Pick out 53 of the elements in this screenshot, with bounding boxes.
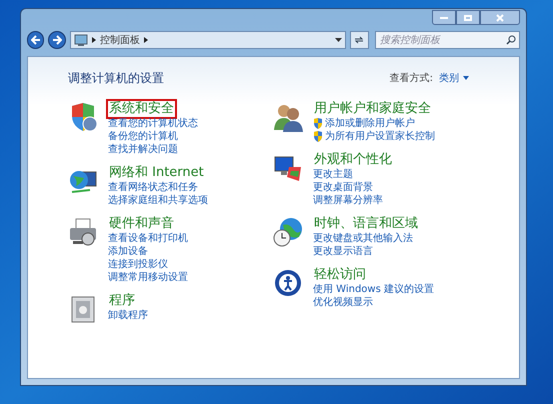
category-link[interactable]: 硬件和声音 — [108, 216, 175, 232]
task-link[interactable]: 查看网络状态和任务 — [108, 181, 198, 194]
dropdown-caret-icon[interactable] — [334, 38, 342, 42]
task-link[interactable]: 查看设备和打印机 — [108, 232, 188, 245]
task-link[interactable]: 查找并解决问题 — [108, 143, 178, 156]
printer-icon — [68, 217, 98, 247]
control-panel-icon — [74, 34, 88, 46]
accessibility-icon — [273, 268, 303, 298]
forward-arrow-icon — [52, 35, 62, 45]
breadcrumb-item[interactable]: 控制面板 — [100, 32, 140, 48]
category-link[interactable]: 系统和安全 — [108, 101, 175, 117]
search-icon — [506, 35, 516, 45]
address-bar[interactable]: 控制面板 — [70, 31, 346, 49]
chevron-right-icon — [92, 37, 96, 43]
view-by-dropdown[interactable]: 类别 — [439, 70, 469, 86]
back-arrow-icon — [30, 35, 41, 45]
maximize-button[interactable] — [456, 10, 480, 25]
category-link[interactable]: 用户帐户和家庭安全 — [313, 101, 432, 117]
view-by-label: 查看方式: — [390, 72, 433, 86]
close-button[interactable] — [480, 10, 520, 25]
task-link[interactable]: 调整常用移动设置 — [108, 271, 188, 284]
search-field[interactable]: 搜索控制面板 — [375, 31, 520, 49]
category-link[interactable]: 网络和 Internet — [108, 165, 205, 181]
task-link[interactable]: 更改桌面背景 — [313, 181, 373, 194]
back-button[interactable] — [27, 31, 44, 49]
task-link[interactable]: 更改主题 — [313, 168, 353, 181]
task-link[interactable]: 查看您的计算机状态 — [108, 117, 198, 130]
globe-clock-icon — [273, 217, 303, 247]
task-link[interactable]: 连接到投影仪 — [108, 258, 168, 271]
minimize-button[interactable] — [432, 10, 456, 25]
task-link[interactable]: 添加设备 — [108, 245, 148, 258]
task-link[interactable]: 调整屏幕分辨率 — [313, 194, 383, 207]
refresh-button[interactable] — [350, 31, 370, 49]
forward-button[interactable] — [48, 31, 66, 49]
caret-icon — [463, 76, 469, 80]
task-link[interactable]: 更改显示语言 — [313, 245, 373, 258]
task-link[interactable]: 使用 Windows 建议的设置 — [313, 283, 434, 296]
task-link[interactable]: 更改键盘或其他输入法 — [313, 232, 413, 245]
task-link[interactable]: 添加或删除用户帐户 — [325, 117, 415, 130]
task-link[interactable]: 选择家庭组和共享选项 — [108, 194, 208, 207]
category-link[interactable]: 时钟、语言和区域 — [313, 216, 419, 232]
category-link[interactable]: 程序 — [108, 293, 136, 309]
category-link[interactable]: 轻松访问 — [313, 267, 367, 283]
page-title: 调整计算机的设置 — [68, 70, 164, 87]
close-icon — [496, 14, 504, 22]
refresh-icon — [354, 35, 364, 45]
task-link[interactable]: 备份您的计算机 — [108, 130, 178, 143]
category-link[interactable]: 外观和个性化 — [313, 152, 393, 168]
users-icon — [273, 102, 303, 132]
task-link[interactable]: 卸载程序 — [108, 309, 148, 322]
task-link[interactable]: 优化视频显示 — [313, 296, 373, 309]
chevron-right-icon[interactable] — [144, 37, 148, 43]
task-link[interactable]: 为所有用户设置家长控制 — [325, 130, 435, 143]
